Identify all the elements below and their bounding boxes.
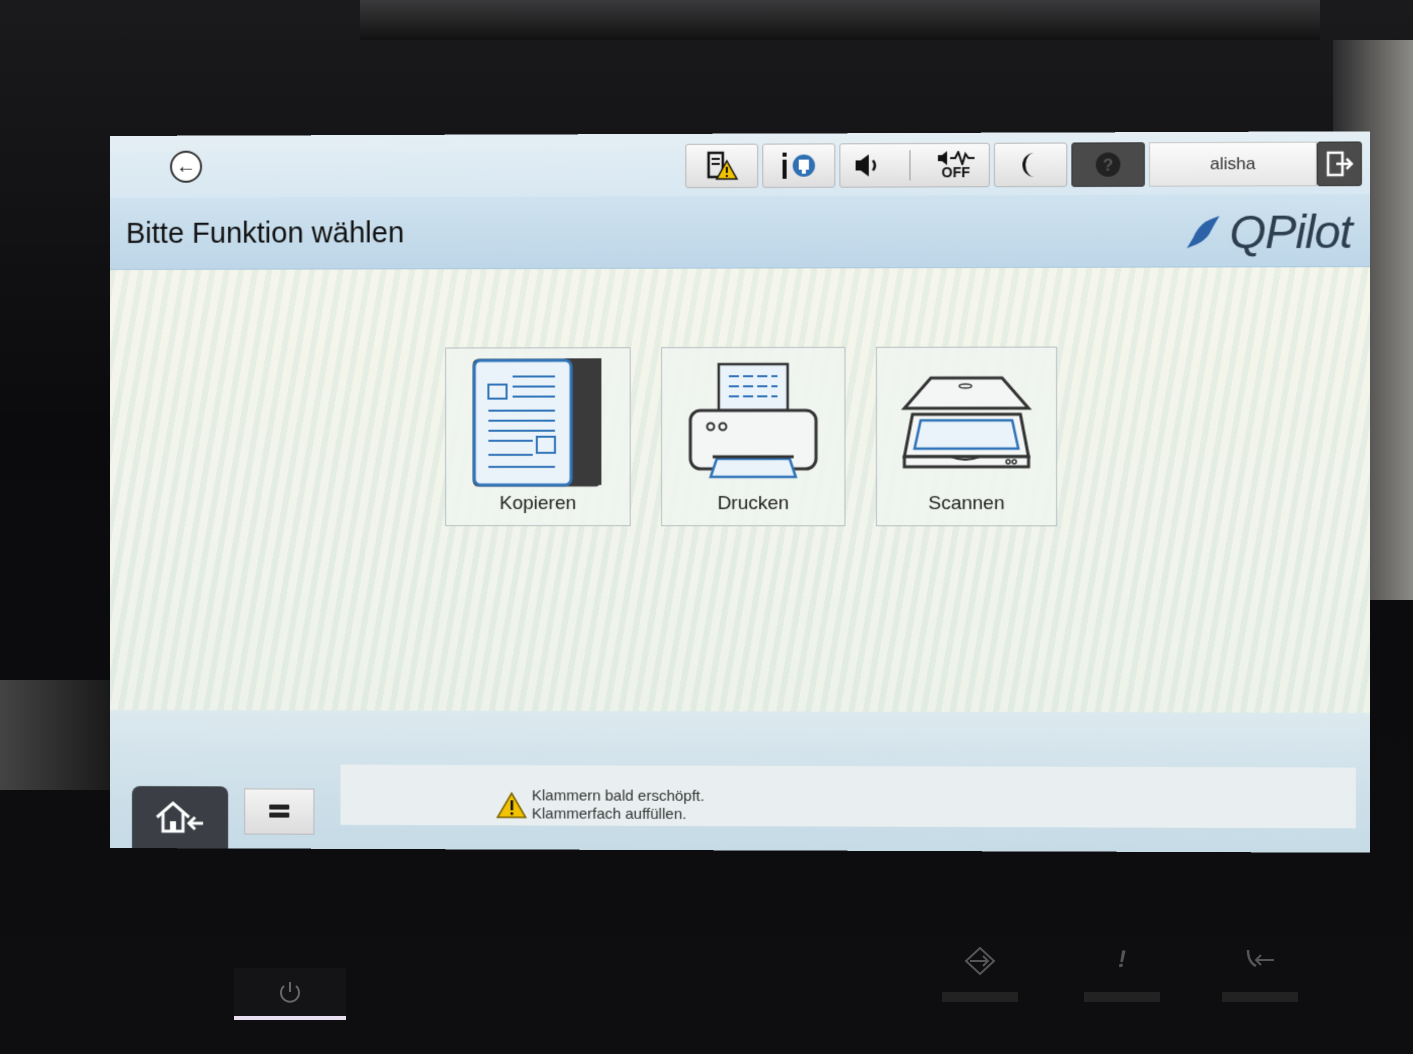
function-tile-scannen[interactable]: Scannen bbox=[875, 346, 1058, 527]
warning-triangle-icon bbox=[495, 791, 527, 819]
error-label: ! bbox=[1118, 946, 1126, 973]
function-tile-kopieren[interactable]: Kopieren bbox=[445, 347, 631, 527]
function-tile-drucken[interactable]: Drucken bbox=[661, 346, 846, 527]
power-icon bbox=[280, 982, 300, 1003]
error-indicator: ! bbox=[1084, 946, 1160, 1002]
printer-icon bbox=[682, 358, 824, 483]
job-status-button[interactable] bbox=[244, 788, 315, 835]
function-label-drucken: Drucken bbox=[717, 493, 790, 515]
home-button[interactable] bbox=[132, 786, 229, 849]
sound-off-icon bbox=[937, 151, 976, 165]
help-icon: ? bbox=[1095, 152, 1121, 177]
volume-icon[interactable] bbox=[853, 152, 883, 178]
job-list-icon bbox=[269, 804, 290, 818]
sound-off-button[interactable]: OFF bbox=[935, 151, 976, 181]
touch-screen: ← OFF ? alisha Bitte Funktion wählen QPi… bbox=[110, 131, 1371, 853]
consumables-button[interactable] bbox=[685, 143, 759, 189]
sound-group: OFF bbox=[839, 142, 990, 188]
logout-button[interactable] bbox=[1316, 141, 1362, 187]
device-info-button[interactable] bbox=[762, 143, 836, 188]
indicator-bar bbox=[1222, 992, 1298, 1002]
page-title: Bitte Funktion wählen bbox=[125, 217, 405, 250]
user-name: alisha bbox=[1210, 153, 1256, 174]
brand-logo: QPilot bbox=[1182, 204, 1352, 259]
function-icon-wrap bbox=[898, 354, 1034, 487]
bezel-left-edge bbox=[0, 680, 110, 790]
function-label-scannen: Scannen bbox=[928, 493, 1005, 515]
function-icon-wrap bbox=[470, 354, 605, 487]
brand-name: QPilot bbox=[1229, 205, 1352, 259]
sleep-moon-icon bbox=[1022, 152, 1035, 178]
indicator-bar bbox=[942, 992, 1018, 1002]
back-button[interactable]: ← bbox=[170, 150, 203, 183]
warning-text-block: Klammern bald erschöpft. Klammerfach auf… bbox=[532, 787, 705, 824]
bezel-top-edge bbox=[360, 0, 1320, 40]
power-button[interactable] bbox=[234, 968, 346, 1020]
fax-return-icon bbox=[1246, 949, 1274, 968]
sound-off-label: OFF bbox=[941, 164, 970, 181]
indicator-bar bbox=[1084, 992, 1160, 1002]
status-tools: OFF ? bbox=[685, 142, 1145, 189]
status-bar: ← OFF ? alisha bbox=[110, 131, 1371, 198]
svg-text:?: ? bbox=[1103, 155, 1114, 174]
warning-line-1: Klammern bald erschöpft. bbox=[531, 787, 705, 805]
help-button[interactable]: ? bbox=[1071, 142, 1145, 187]
data-indicator bbox=[942, 946, 1018, 1002]
consumables-warning-icon bbox=[705, 151, 739, 181]
home-icon bbox=[155, 800, 203, 833]
copy-icon bbox=[470, 354, 605, 487]
title-bar: Bitte Funktion wählen QPilot bbox=[110, 194, 1371, 270]
divider bbox=[908, 150, 910, 181]
scanner-icon bbox=[898, 370, 1034, 471]
arrow-left-icon: ← bbox=[176, 155, 197, 178]
sleep-button[interactable] bbox=[993, 142, 1068, 188]
brand-feather-icon bbox=[1186, 215, 1220, 249]
function-label-kopieren: Kopieren bbox=[499, 493, 577, 515]
warning-message: Klammern bald erschöpft. Klammerfach auf… bbox=[495, 787, 704, 824]
logout-icon bbox=[1324, 149, 1355, 179]
device-info-icon bbox=[782, 152, 816, 179]
fax-indicator bbox=[1222, 946, 1298, 1002]
warning-line-2: Klammerfach auffüllen. bbox=[531, 805, 687, 823]
footer-message-area bbox=[340, 764, 1356, 829]
data-transfer-icon bbox=[964, 946, 996, 976]
user-name-display: alisha bbox=[1148, 141, 1317, 187]
function-icon-wrap bbox=[682, 354, 824, 487]
